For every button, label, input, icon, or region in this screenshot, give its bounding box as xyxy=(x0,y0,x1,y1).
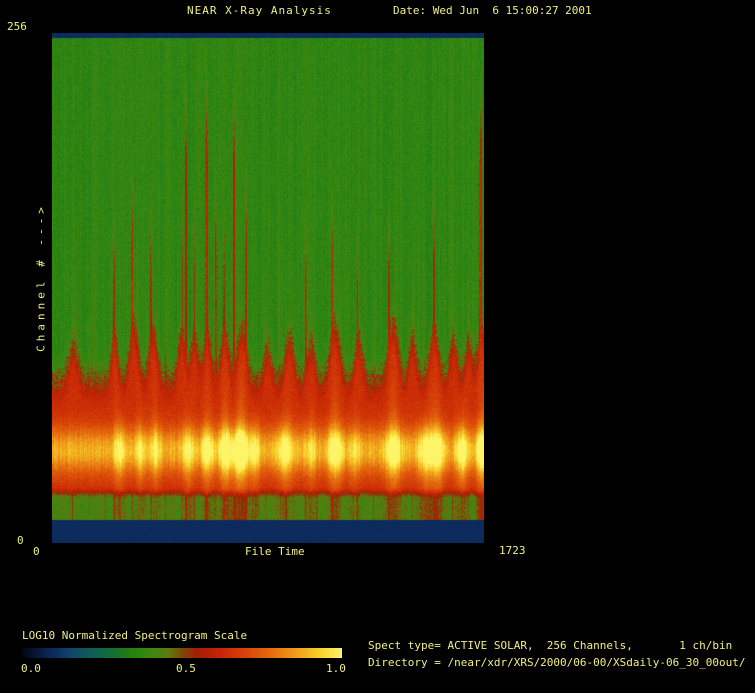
x-axis-title: File Time xyxy=(245,545,305,558)
directory-line: Directory = /near/xdr/XRS/2000/06-00/XSd… xyxy=(368,656,746,669)
spect-type-line: Spect type= ACTIVE SOLAR, 256 Channels, … xyxy=(368,639,733,652)
y-axis-title: Channel # ---> xyxy=(34,203,48,352)
y-axis-max-label: 256 xyxy=(7,20,27,33)
x-axis-max-label: 1723 xyxy=(499,544,526,557)
spectrogram-canvas xyxy=(52,33,484,543)
colorbar-title: LOG10 Normalized Spectrogram Scale xyxy=(22,629,248,642)
colorbar-tick-mid: 0.5 xyxy=(176,662,196,675)
date-label: Date: Wed Jun 6 15:00:27 2001 xyxy=(393,4,592,17)
xray-analysis-window: NEAR X-Ray Analysis Date: Wed Jun 6 15:0… xyxy=(0,0,755,693)
colorbar-tick-low: 0.0 xyxy=(21,662,41,675)
colorbar-tick-high: 1.0 xyxy=(326,662,346,675)
x-axis-min-label: 0 xyxy=(33,545,40,558)
y-axis-min-label: 0 xyxy=(17,534,24,547)
colorbar-canvas xyxy=(22,648,342,658)
page-title: NEAR X-Ray Analysis xyxy=(187,4,332,17)
